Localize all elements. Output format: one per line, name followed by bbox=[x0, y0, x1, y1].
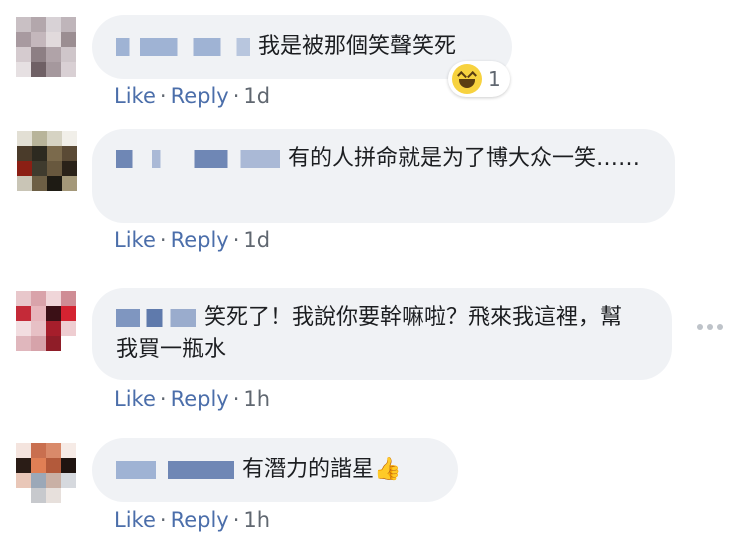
commenter-name[interactable] bbox=[116, 150, 280, 168]
separator-dot: · bbox=[159, 84, 167, 108]
separator-dot: · bbox=[232, 228, 240, 252]
timestamp[interactable]: 1d bbox=[243, 228, 270, 252]
reaction-count: 1 bbox=[488, 67, 501, 91]
comment-text: 有潛力的諧星 bbox=[242, 457, 375, 482]
reaction-summary[interactable]: 1 bbox=[448, 61, 510, 97]
comment-text: 有的人拼命就是为了博大众一笑…… bbox=[288, 146, 641, 171]
separator-dot: · bbox=[159, 228, 167, 252]
avatar[interactable] bbox=[16, 443, 76, 503]
separator-dot: · bbox=[232, 84, 240, 108]
reply-link[interactable]: Reply bbox=[171, 387, 229, 411]
comment-bubble: 有的人拼命就是为了博大众一笑…… bbox=[92, 129, 675, 223]
more-options-icon[interactable] bbox=[697, 322, 723, 332]
timestamp[interactable]: 1d bbox=[243, 84, 270, 108]
like-link[interactable]: Like bbox=[114, 84, 156, 108]
like-link[interactable]: Like bbox=[114, 387, 156, 411]
comment-actions: Like · Reply · 1h bbox=[114, 508, 270, 532]
comment-actions: Like · Reply · 1d bbox=[114, 228, 270, 252]
comment-bubble: 笑死了！我說你要幹嘛啦？飛來我這裡，幫我買一瓶水 bbox=[92, 288, 672, 380]
separator-dot: · bbox=[232, 387, 240, 411]
separator-dot: · bbox=[159, 508, 167, 532]
reply-link[interactable]: Reply bbox=[171, 508, 229, 532]
comment-text: 我是被那個笑聲笑死 bbox=[258, 34, 457, 59]
like-link[interactable]: Like bbox=[114, 228, 156, 252]
comment-actions: Like · Reply · 1h bbox=[114, 387, 270, 411]
thumbs-up-icon: 👍 bbox=[374, 457, 402, 482]
commenter-name[interactable] bbox=[116, 461, 234, 479]
comment-bubble: 我是被那個笑聲笑死 bbox=[92, 15, 512, 79]
reply-link[interactable]: Reply bbox=[171, 84, 229, 108]
comment-actions: Like · Reply · 1d bbox=[114, 84, 270, 108]
timestamp[interactable]: 1h bbox=[243, 387, 270, 411]
commenter-name[interactable] bbox=[116, 309, 196, 327]
reply-link[interactable]: Reply bbox=[171, 228, 229, 252]
separator-dot: · bbox=[232, 508, 240, 532]
separator-dot: · bbox=[159, 387, 167, 411]
comment-bubble: 有潛力的諧星👍 bbox=[92, 438, 458, 502]
avatar[interactable] bbox=[16, 291, 76, 351]
avatar[interactable] bbox=[16, 17, 76, 77]
laugh-reaction-icon bbox=[452, 64, 482, 94]
commenter-name[interactable] bbox=[116, 38, 250, 56]
timestamp[interactable]: 1h bbox=[243, 508, 270, 532]
avatar[interactable] bbox=[17, 131, 77, 191]
like-link[interactable]: Like bbox=[114, 508, 156, 532]
